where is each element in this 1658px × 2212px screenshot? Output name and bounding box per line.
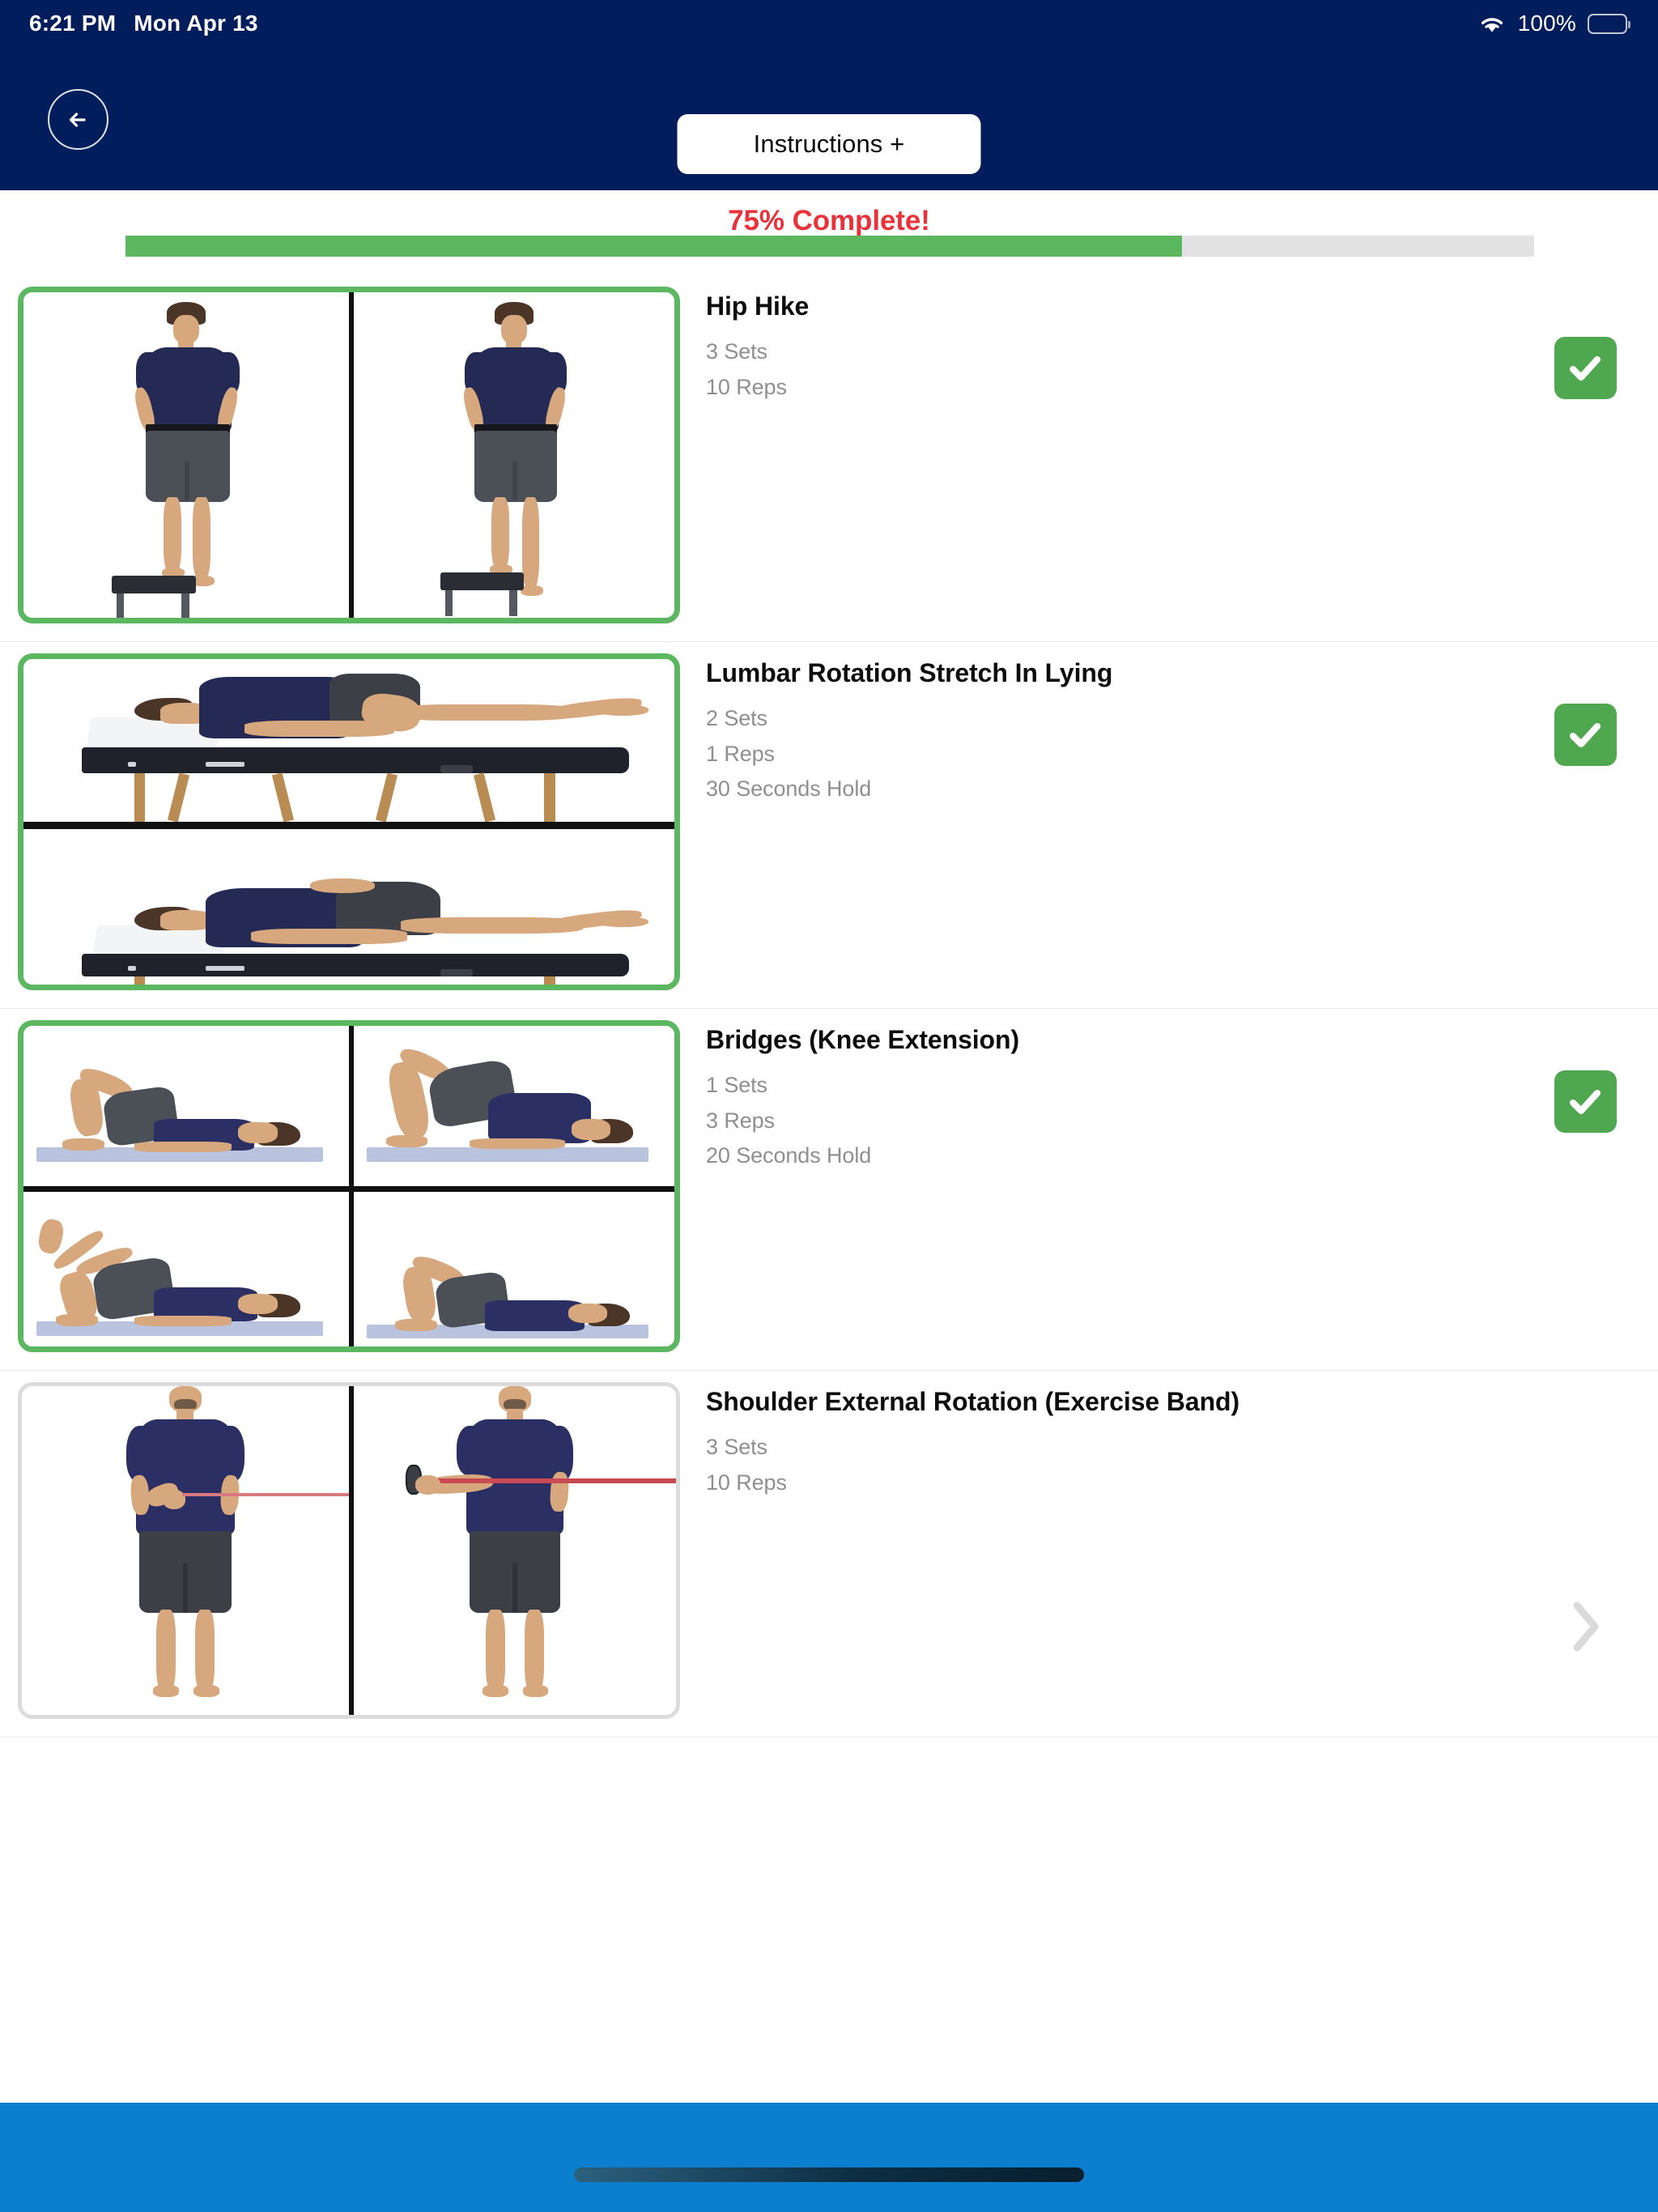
exercise-reps: 3 Reps [706,1108,775,1133]
exercise-reps: 10 Reps [706,374,787,399]
progress-section: 75% Complete! [0,190,1658,275]
status-bar-left: 6:21 PM Mon Apr 13 [29,11,258,36]
exercise-title: Hip Hike [706,291,810,321]
exercise-action [1512,653,1658,766]
exercise-title: Shoulder External Rotation (Exercise Ban… [706,1387,1240,1416]
exercise-thumbnail[interactable] [18,1382,680,1719]
progress-label: 75% Complete! [728,205,930,236]
thumbnail-pane [23,822,674,985]
table-row[interactable]: Shoulder External Rotation (Exercise Ban… [0,1371,1658,1738]
exercise-thumbnail[interactable] [18,287,680,623]
chevron-right-icon[interactable] [1554,1586,1617,1667]
exercise-action [1512,287,1658,399]
exercise-sets: 2 Sets [706,706,767,730]
exercise-list: Hip Hike 3 Sets 10 Reps Lumbar Rotation … [0,275,1658,1738]
battery-percent-label: 100% [1517,11,1576,36]
status-bar-right: 100% [1477,11,1631,36]
exercise-title: Bridges (Knee Extension) [706,1025,1020,1054]
status-time: 6:21 PM [29,11,117,36]
nav-header: Instructions + [0,47,1658,190]
thumbnail-pane [349,1386,676,1715]
exercise-info: Hip Hike 3 Sets 10 Reps [680,287,1512,405]
arrow-left-icon [62,104,95,136]
check-icon[interactable] [1554,1070,1617,1133]
table-row[interactable]: Hip Hike 3 Sets 10 Reps [0,275,1658,642]
back-button[interactable] [48,89,108,150]
thumbnail-pane [349,1186,674,1346]
exercise-info: Bridges (Knee Extension) 1 Sets 3 Reps 2… [680,1020,1512,1174]
exercise-sets: 3 Sets [706,339,767,364]
thumbnail-pane [349,292,674,618]
thumbnail-pane [23,1186,349,1346]
thumbnail-pane [22,1386,349,1715]
status-date: Mon Apr 13 [134,11,258,36]
exercise-info: Shoulder External Rotation (Exercise Ban… [680,1382,1512,1500]
bottom-bar [0,2103,1658,2212]
exercise-hold: 20 Seconds Hold [706,1143,872,1168]
instructions-button[interactable]: Instructions + [677,114,981,174]
exercise-hold: 30 Seconds Hold [706,776,872,802]
thumbnail-pane [23,292,349,618]
progress-bar-track [125,236,1534,257]
exercise-thumbnail[interactable] [18,653,680,990]
exercise-sets: 1 Sets [706,1073,767,1097]
thumbnail-pane [23,659,674,822]
exercise-reps: 1 Reps [706,741,775,766]
exercise-title: Lumbar Rotation Stretch In Lying [706,658,1113,687]
exercise-reps: 10 Reps [706,1470,787,1495]
exercise-action [1512,1020,1658,1133]
thumbnail-pane [23,1026,349,1186]
progress-bar-fill [125,236,1182,257]
thumbnail-pane [349,1026,674,1186]
table-row[interactable]: Lumbar Rotation Stretch In Lying 2 Sets … [0,642,1658,1009]
exercise-action [1512,1382,1658,1667]
table-row[interactable]: Bridges (Knee Extension) 1 Sets 3 Reps 2… [0,1009,1658,1371]
exercise-sets: 3 Sets [706,1435,767,1459]
home-indicator[interactable] [574,2167,1084,2182]
wifi-icon [1477,13,1507,35]
check-icon[interactable] [1554,704,1617,766]
exercise-thumbnail[interactable] [18,1020,680,1352]
check-icon[interactable] [1554,337,1617,399]
exercise-info: Lumbar Rotation Stretch In Lying 2 Sets … [680,653,1512,807]
status-bar: 6:21 PM Mon Apr 13 100% [0,0,1658,47]
battery-full-icon [1588,13,1631,34]
